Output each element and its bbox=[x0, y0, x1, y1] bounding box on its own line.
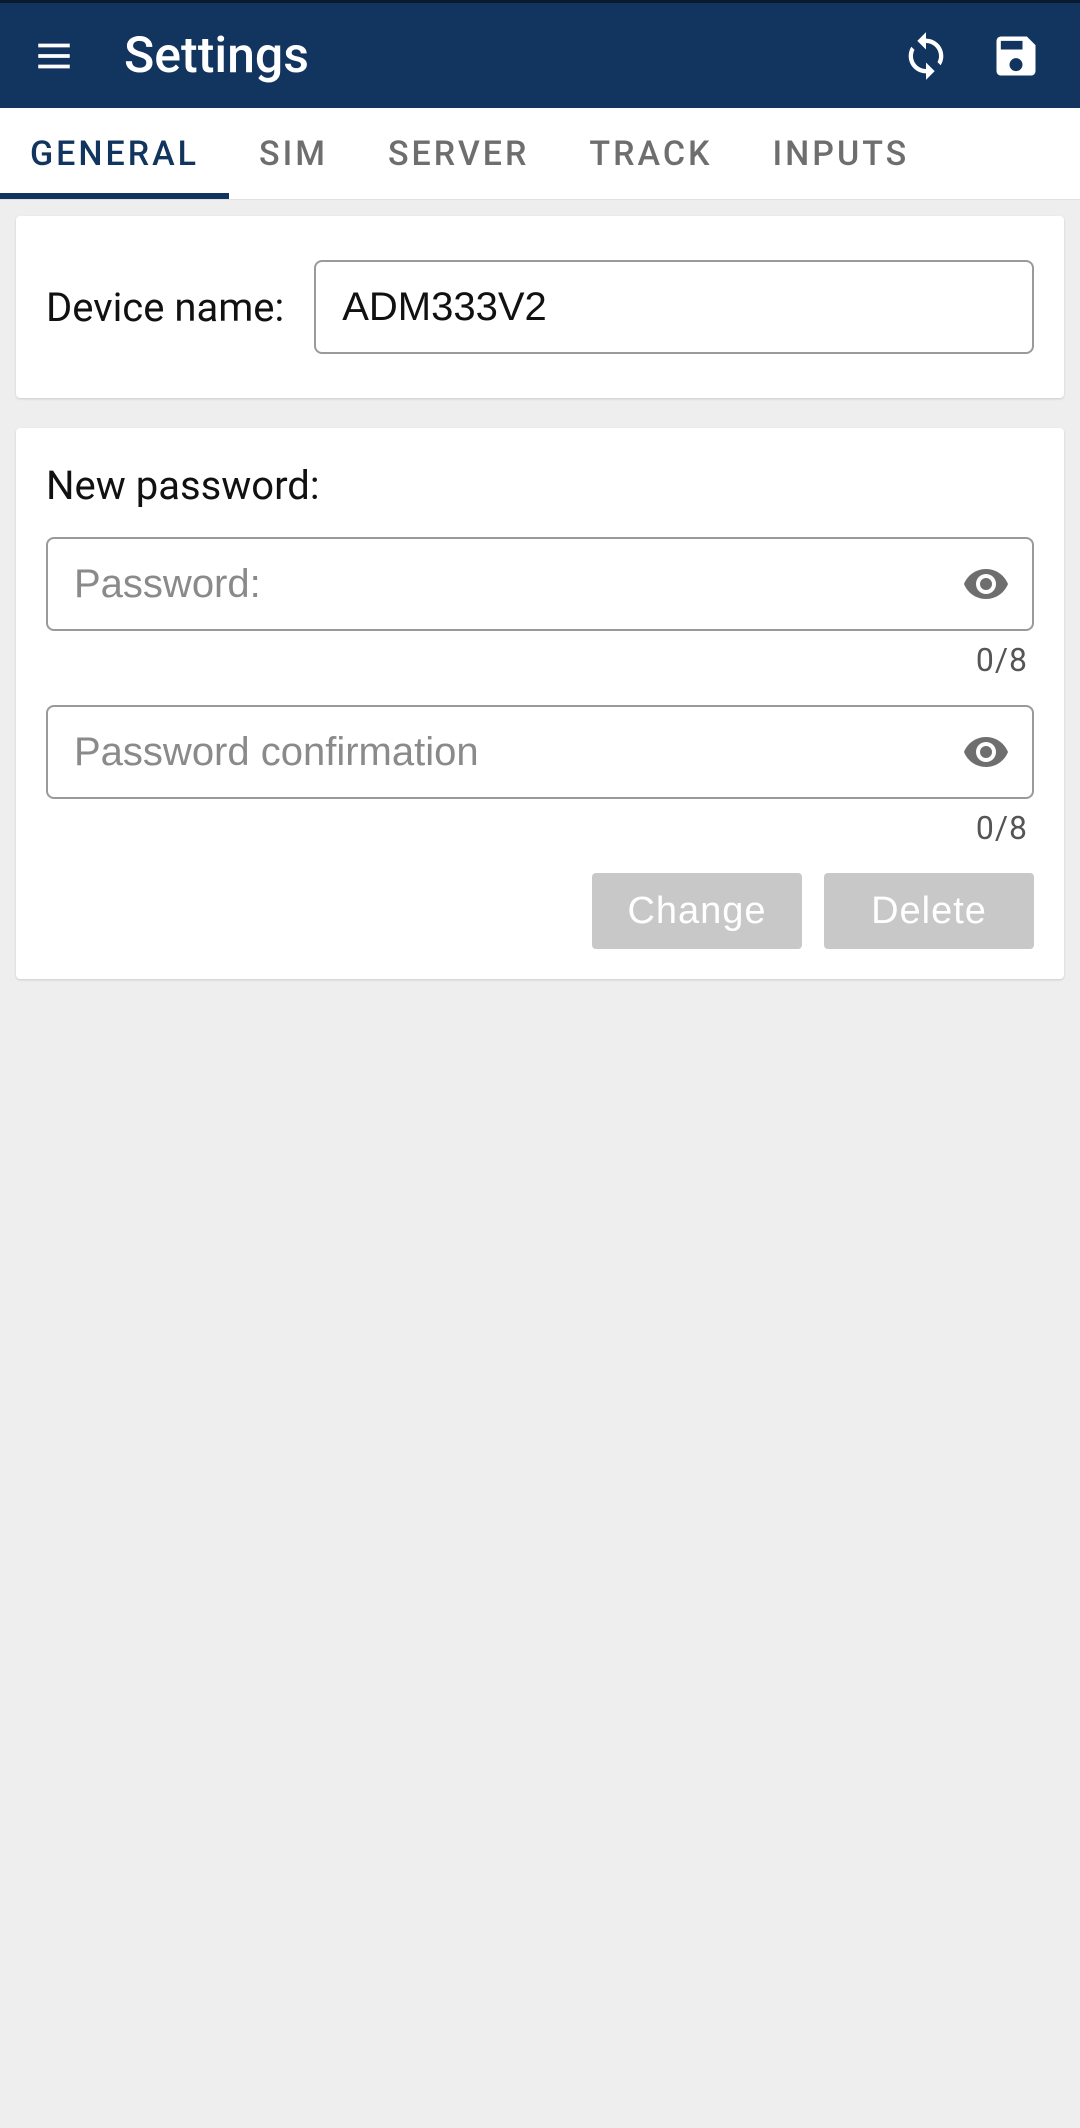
tab-inputs[interactable]: INPUTS bbox=[743, 108, 940, 199]
tab-label: SERVER bbox=[388, 134, 529, 174]
eye-icon[interactable] bbox=[958, 556, 1014, 612]
password-confirm-input[interactable] bbox=[46, 705, 1034, 799]
password-input[interactable] bbox=[46, 537, 1034, 631]
tab-sim[interactable]: SIM bbox=[229, 108, 358, 199]
change-button[interactable]: Change bbox=[592, 873, 802, 949]
password-confirm-counter: 0/8 bbox=[46, 809, 1028, 847]
password-counter: 0/8 bbox=[46, 641, 1028, 679]
tab-label: SIM bbox=[259, 134, 328, 174]
tab-label: INPUTS bbox=[773, 134, 910, 174]
device-name-card: Device name: bbox=[16, 216, 1064, 398]
device-name-input[interactable] bbox=[314, 260, 1034, 354]
device-name-label: Device name: bbox=[46, 284, 284, 331]
eye-icon[interactable] bbox=[958, 724, 1014, 780]
new-password-label: New password: bbox=[46, 462, 1034, 509]
tab-label: TRACK bbox=[589, 134, 712, 174]
tab-general[interactable]: GENERAL bbox=[0, 108, 229, 199]
save-icon[interactable] bbox=[976, 16, 1056, 96]
menu-icon[interactable] bbox=[24, 26, 84, 86]
password-card: New password: 0/8 0/8 Change Delete bbox=[16, 428, 1064, 979]
tab-track[interactable]: TRACK bbox=[559, 108, 742, 199]
sync-icon[interactable] bbox=[886, 16, 966, 96]
tab-bar: GENERAL SIM SERVER TRACK INPUTS bbox=[0, 108, 1080, 200]
page-title: Settings bbox=[124, 27, 876, 85]
tab-label: GENERAL bbox=[30, 134, 199, 174]
delete-button[interactable]: Delete bbox=[824, 873, 1034, 949]
tab-server[interactable]: SERVER bbox=[358, 108, 559, 199]
app-bar: Settings bbox=[0, 3, 1080, 108]
